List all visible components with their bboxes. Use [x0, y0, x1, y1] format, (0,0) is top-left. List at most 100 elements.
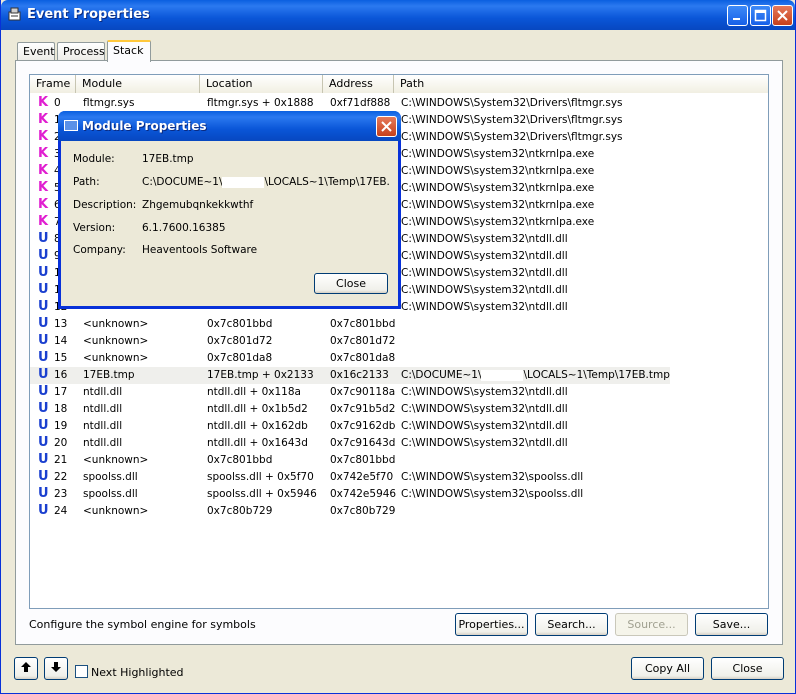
- arrow-up-icon: [21, 662, 31, 672]
- redaction-box: [481, 369, 524, 381]
- frame-type-marker: U: [38, 231, 49, 246]
- path-text: C:\WINDOWS\system32\ntdll.dll: [401, 250, 568, 262]
- table-row[interactable]: U 15 <unknown> 0x7c801da8 0x7c801da8: [30, 350, 768, 367]
- app-icon: [8, 7, 21, 21]
- path-cell: C:\WINDOWS\system32\spoolss.dll: [401, 471, 583, 483]
- module-cell: fltmgr.sys: [83, 97, 135, 109]
- close-button[interactable]: Close: [711, 657, 784, 680]
- table-row[interactable]: U 17 ntdll.dll ntdll.dll + 0x118a 0x7c90118a…: [30, 384, 768, 401]
- status-text: Configure the symbol engine for symbols: [29, 618, 256, 631]
- path-cell: C:\WINDOWS\system32\ntdll.dll: [401, 386, 568, 398]
- path-text: C:\WINDOWS\System32\Drivers\fltmgr.sys: [401, 131, 623, 143]
- frame-type-marker: K: [38, 146, 49, 161]
- title-bar[interactable]: Event Properties: [1, 0, 795, 30]
- frame-type-marker: U: [38, 384, 49, 399]
- path-text: C:\WINDOWS\system32\ntkrnlpa.exe: [401, 199, 595, 211]
- path-text: C:\WINDOWS\system32\ntdll.dll: [401, 386, 568, 398]
- frame-cell: 21: [54, 454, 68, 466]
- tab-process[interactable]: Process: [57, 42, 105, 61]
- path-cell: C:\WINDOWS\system32\ntdll.dll: [401, 267, 568, 279]
- table-row[interactable]: U 16 17EB.tmp 17EB.tmp + 0x2133 0x16c2133 C:\…: [30, 367, 768, 384]
- frame-type-marker: U: [38, 350, 49, 365]
- module-cell: ntdll.dll: [83, 403, 123, 415]
- column-module[interactable]: Module: [76, 75, 200, 93]
- table-row[interactable]: K 0 fltmgr.sys fltmgr.sys + 0x1888 0xf71df88…: [30, 95, 768, 112]
- module-cell: <unknown>: [83, 318, 149, 330]
- minimize-icon: [733, 18, 740, 20]
- path-cell: C:\WINDOWS\system32\ntkrnlpa.exe: [401, 199, 594, 211]
- next-button[interactable]: [44, 657, 68, 680]
- table-row[interactable]: U 18 ntdll.dll ntdll.dll + 0x1b5d2 0x7c91b5d…: [30, 401, 768, 418]
- minimize-button[interactable]: [727, 5, 748, 26]
- version-value: 6.1.7600.16385: [142, 222, 226, 234]
- location-cell: 0x7c801d72: [207, 335, 273, 347]
- next-highlighted-checkbox[interactable]: [75, 665, 88, 678]
- arrow-down-icon: [51, 662, 61, 672]
- column-frame[interactable]: Frame: [30, 75, 76, 93]
- path-text: C:\WINDOWS\system32\ntdll.dll: [401, 420, 568, 432]
- frame-type-marker: U: [38, 248, 49, 263]
- location-cell: fltmgr.sys + 0x1888: [207, 97, 314, 109]
- tab-event[interactable]: Event: [17, 42, 55, 61]
- dialog-close-icon-button[interactable]: [376, 116, 397, 137]
- dialog-close-button[interactable]: Close: [314, 273, 388, 294]
- path-label: Path:: [73, 176, 100, 188]
- path-cell: C:\WINDOWS\system32\ntdll.dll: [401, 233, 568, 245]
- dialog-title-bar[interactable]: Module Properties: [58, 111, 401, 141]
- path-value-suffix: \LOCALS~1\Temp\17EB.tm: [264, 176, 390, 188]
- frame-cell: 14: [54, 335, 68, 347]
- module-properties-dialog: Module Properties Module: 17EB.tmp Path:…: [58, 111, 401, 309]
- column-path[interactable]: Path: [394, 75, 768, 93]
- module-cell: 17EB.tmp: [83, 369, 135, 381]
- path-cell: C:\WINDOWS\system32\ntdll.dll: [401, 250, 568, 262]
- frame-type-marker: K: [38, 163, 49, 178]
- module-cell: ntdll.dll: [83, 437, 123, 449]
- table-row[interactable]: U 13 <unknown> 0x7c801bbd 0x7c801bbd: [30, 316, 768, 333]
- description-value: Zhgemubqnkekkwthf: [142, 199, 254, 211]
- path-cell: C:\WINDOWS\system32\ntkrnlpa.exe: [401, 165, 594, 177]
- copy-all-button[interactable]: Copy All: [631, 657, 704, 680]
- tab-stack[interactable]: Stack: [107, 40, 151, 62]
- path-cell: C:\WINDOWS\System32\Drivers\fltmgr.sys: [401, 131, 623, 143]
- table-row[interactable]: U 14 <unknown> 0x7c801d72 0x7c801d72: [30, 333, 768, 350]
- path-text: C:\WINDOWS\system32\ntkrnlpa.exe: [401, 148, 595, 160]
- address-cell: 0x7c90118a: [330, 386, 396, 398]
- table-row[interactable]: U 19 ntdll.dll ntdll.dll + 0x162db 0x7c9162d…: [30, 418, 768, 435]
- frame-type-marker: U: [38, 435, 49, 450]
- path-text: C:\WINDOWS\system32\ntkrnlpa.exe: [401, 216, 595, 228]
- maximize-button[interactable]: [750, 5, 771, 26]
- location-cell: 17EB.tmp + 0x2133: [207, 369, 314, 381]
- save-button[interactable]: Save...: [695, 613, 768, 636]
- module-cell: <unknown>: [83, 352, 149, 364]
- frame-cell: 0: [54, 97, 61, 109]
- properties-button[interactable]: Properties...: [455, 613, 528, 636]
- table-row[interactable]: U 21 <unknown> 0x7c801bbd 0x7c801bbd: [30, 452, 768, 469]
- table-row[interactable]: U 20 ntdll.dll ntdll.dll + 0x1643d 0x7c91643…: [30, 435, 768, 452]
- next-highlighted-label: Next Highlighted: [91, 666, 184, 679]
- path-value: C:\DOCUME~1\ \LOCALS~1\Temp\17EB.tm: [142, 176, 390, 188]
- location-cell: ntdll.dll + 0x1b5d2: [207, 403, 308, 415]
- frame-cell: 16: [54, 369, 68, 381]
- company-value: Heaventools Software: [142, 244, 258, 256]
- path-text: C:\DOCUME~1\: [401, 369, 482, 381]
- table-row[interactable]: U 24 <unknown> 0x7c80b729 0x7c80b729: [30, 503, 768, 520]
- window-close-button[interactable]: [772, 5, 793, 26]
- table-row[interactable]: U 22 spoolss.dll spoolss.dll + 0x5f70 0x742e…: [30, 469, 768, 486]
- path-text: C:\WINDOWS\system32\ntdll.dll: [401, 437, 568, 449]
- column-address[interactable]: Address: [323, 75, 394, 93]
- column-location[interactable]: Location: [200, 75, 323, 93]
- path-cell: C:\WINDOWS\system32\ntdll.dll: [401, 437, 568, 449]
- location-cell: ntdll.dll + 0x1643d: [207, 437, 308, 449]
- path-cell: C:\WINDOWS\System32\Drivers\fltmgr.sys: [401, 114, 623, 126]
- search-button[interactable]: Search...: [535, 613, 608, 636]
- module-cell: ntdll.dll: [83, 386, 123, 398]
- path-cell: C:\WINDOWS\system32\ntdll.dll: [401, 301, 568, 313]
- source-button: Source...: [615, 613, 688, 636]
- frame-type-marker: U: [38, 503, 49, 518]
- address-cell: 0x7c801da8: [330, 352, 396, 364]
- path-text: C:\WINDOWS\system32\ntkrnlpa.exe: [401, 165, 595, 177]
- table-row[interactable]: U 23 spoolss.dll spoolss.dll + 0x5946 0x742e…: [30, 486, 768, 503]
- path-cell: C:\WINDOWS\system32\ntdll.dll: [401, 420, 568, 432]
- previous-button[interactable]: [14, 657, 38, 680]
- frame-type-marker: K: [38, 129, 49, 144]
